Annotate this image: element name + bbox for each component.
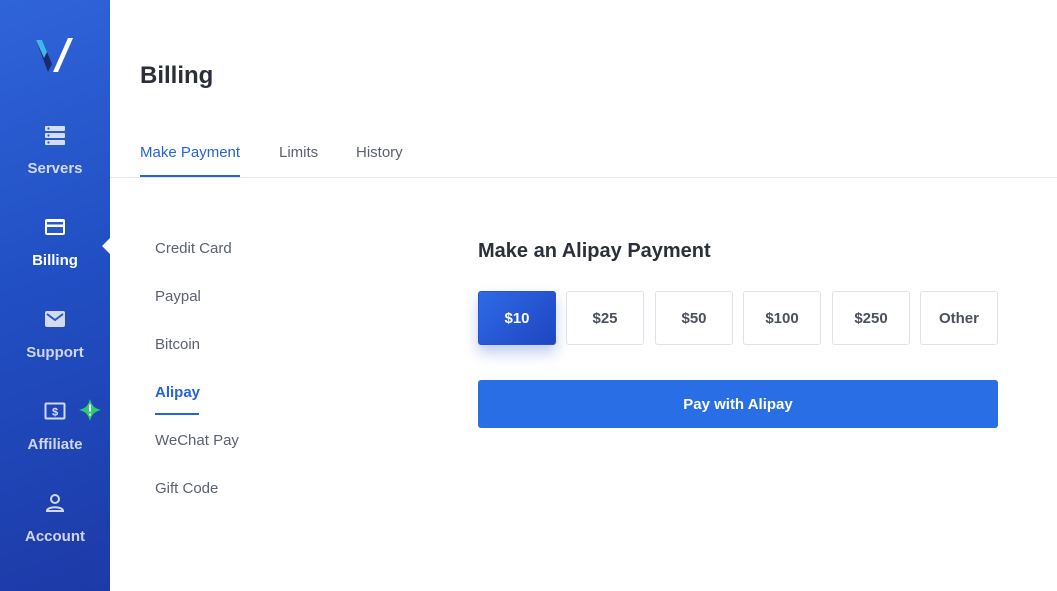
credit-card-icon — [45, 219, 65, 235]
sidebar: Servers Billing Support $ Affiliate Acco… — [0, 0, 111, 591]
user-icon — [45, 494, 65, 512]
sidebar-item-label: Account — [25, 528, 85, 545]
sidebar-item-account[interactable]: Account — [0, 492, 110, 572]
sidebar-item-label: Billing — [32, 252, 78, 269]
app-window: Servers Billing Support $ Affiliate Acco… — [0, 0, 1057, 591]
alert-icon[interactable] — [78, 398, 102, 422]
tabs-divider — [110, 177, 1057, 178]
servers-icon — [45, 126, 65, 145]
pay-with-alipay-button[interactable]: Pay with Alipay — [478, 380, 998, 428]
amount-option-250[interactable]: $250 — [832, 291, 910, 345]
vultr-logo-icon[interactable] — [34, 34, 76, 76]
method-alipay[interactable]: Alipay — [155, 384, 200, 411]
active-indicator — [102, 237, 111, 255]
method-wechat-pay[interactable]: WeChat Pay — [155, 432, 239, 459]
sidebar-item-label: Affiliate — [27, 436, 83, 453]
tab-history[interactable]: History — [356, 144, 403, 175]
sidebar-item-label: Support — [26, 344, 84, 361]
method-bitcoin[interactable]: Bitcoin — [155, 336, 200, 363]
method-paypal[interactable]: Paypal — [155, 288, 201, 315]
sidebar-item-billing[interactable]: Billing — [0, 216, 110, 296]
method-gift-code[interactable]: Gift Code — [155, 480, 218, 507]
amount-option-25[interactable]: $25 — [566, 291, 644, 345]
amount-option-100[interactable]: $100 — [743, 291, 821, 345]
dollar-bill-icon: $ — [44, 402, 66, 420]
sidebar-item-support[interactable]: Support — [0, 308, 110, 388]
svg-text:$: $ — [52, 407, 58, 419]
tab-make-payment[interactable]: Make Payment — [140, 144, 241, 177]
active-method-underline — [155, 413, 199, 415]
amount-option-50[interactable]: $50 — [655, 291, 733, 345]
sidebar-item-servers[interactable]: Servers — [0, 124, 110, 204]
sidebar-item-label: Servers — [27, 160, 83, 177]
amount-option-10[interactable]: $10 — [478, 291, 556, 345]
panel-title: Make an Alipay Payment — [478, 240, 711, 262]
envelope-icon — [45, 311, 65, 327]
amount-option-other[interactable]: Other — [920, 291, 998, 345]
method-credit-card[interactable]: Credit Card — [155, 240, 232, 267]
page-title: Billing — [140, 62, 214, 89]
tab-limits[interactable]: Limits — [279, 144, 318, 175]
